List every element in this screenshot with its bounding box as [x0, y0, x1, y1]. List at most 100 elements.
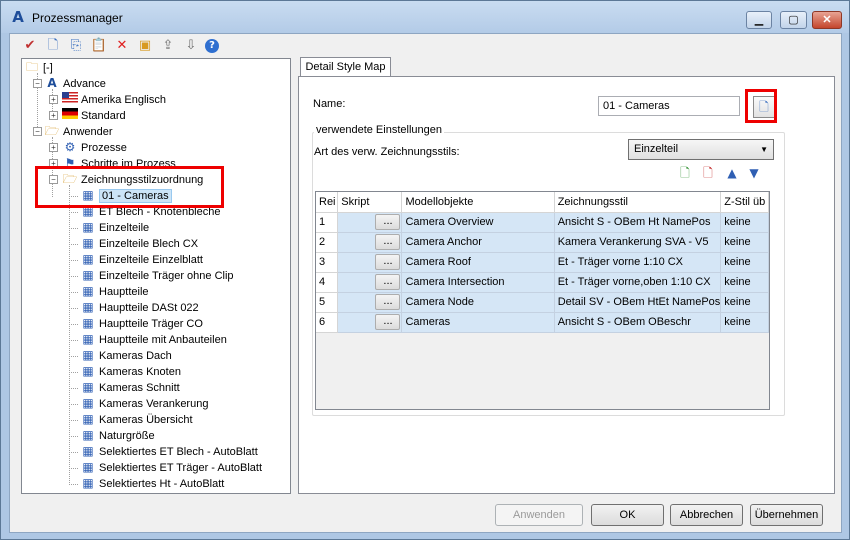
script-cell[interactable]: ... [337, 212, 403, 233]
z-style-cell[interactable]: keine [720, 212, 769, 233]
drawing-style-cell[interactable]: Kamera Verankerung SVA - V5 [554, 232, 722, 253]
art-select[interactable]: Einzelteil ▼ [628, 139, 774, 160]
tree-item-style-map[interactable]: ▦ Selektiertes ET Blech - AutoBlatt [80, 444, 257, 460]
model-object-cell[interactable]: Camera Overview [401, 212, 555, 233]
move-down-icon[interactable]: ▼ [746, 165, 762, 181]
table-row[interactable]: 5... Camera Node Detail SV - OBem HtEt Nam… [316, 292, 769, 313]
ok-button[interactable]: OK [591, 504, 664, 526]
import-icon[interactable]: ⇩ [182, 37, 200, 55]
script-cell[interactable]: ... [337, 272, 403, 293]
column-header[interactable]: Skript [337, 192, 403, 213]
export-icon[interactable]: ⇪ [159, 37, 177, 55]
table-row[interactable]: 3... Camera Roof Et - Träger vorne 1:10 CX… [316, 252, 769, 273]
tree-item-style-map[interactable]: ▦ Selektiertes ET Träger - AutoBlatt [80, 460, 262, 476]
drawing-style-cell[interactable]: Ansicht S - OBem Ht NamePos [554, 212, 722, 233]
row-number-cell: 1 [316, 212, 339, 233]
model-object-cell[interactable]: Camera Anchor [401, 232, 555, 253]
minimize-button[interactable]: ▁ [746, 11, 772, 29]
table-row[interactable]: 1... Camera Overview Ansicht S - OBem Ht N… [316, 212, 769, 233]
tree-root[interactable]: 🗀 [-] [24, 60, 53, 76]
tree-item-style-map[interactable]: ▦ Einzelteile Träger ohne Clip [80, 268, 233, 284]
row-number-cell: 4 [316, 272, 339, 293]
add-row-icon[interactable]: 🗋 [677, 165, 693, 181]
remove-row-icon[interactable]: 🗋 [700, 165, 716, 181]
tree-item-style-map[interactable]: ▦ Naturgröße [80, 428, 154, 444]
script-cell[interactable]: ... [337, 292, 403, 313]
expand-icon[interactable]: + [49, 95, 58, 104]
script-browse-button[interactable]: ... [375, 314, 401, 330]
help-icon[interactable]: ? [205, 39, 219, 53]
script-cell[interactable]: ... [337, 252, 403, 273]
expand-icon[interactable]: + [49, 143, 58, 152]
paste-icon[interactable]: 📋 [90, 37, 108, 55]
script-browse-button[interactable]: ... [375, 274, 401, 290]
process-tree[interactable]: 🗀 [-] − A Advance + Amerika Englisch + Sta… [21, 58, 291, 494]
script-browse-button[interactable]: ... [375, 234, 401, 250]
script-browse-button[interactable]: ... [375, 254, 401, 270]
tree-node-prozesse[interactable]: ⚙ Prozesse [62, 140, 127, 156]
tree-item-style-map[interactable]: ▦ Hauptteile [80, 284, 148, 300]
tree-item-style-map[interactable]: ▦ Hauptteile mit Anbauteilen [80, 332, 226, 348]
collapse-icon[interactable]: − [33, 127, 42, 136]
table-row[interactable]: 4... Camera Intersection Et - Träger vorne… [316, 272, 769, 293]
drawing-style-cell[interactable]: Et - Träger vorne,oben 1:10 CX [554, 272, 722, 293]
tree-item-style-map[interactable]: ▦ Einzelteile Einzelblatt [80, 252, 203, 268]
name-field[interactable]: 01 - Cameras [598, 96, 740, 116]
tree-item-style-map[interactable]: ▦ Einzelteile [80, 220, 149, 236]
tree-node-advance[interactable]: A Advance [44, 76, 105, 92]
new-doc-icon[interactable]: 🗋 [44, 37, 62, 55]
tree-item-label: Einzelteile [99, 222, 150, 234]
z-style-cell[interactable]: keine [720, 292, 769, 313]
apply-button[interactable]: Anwenden [495, 504, 583, 526]
model-object-cell[interactable]: Camera Node [401, 292, 555, 313]
z-style-cell[interactable]: keine [720, 232, 769, 253]
style-map-icon: ▦ [82, 268, 94, 283]
delete-icon[interactable]: ✕ [113, 37, 131, 55]
accept-button[interactable]: Übernehmen [750, 504, 823, 526]
maximize-button[interactable]: ▢ [780, 11, 807, 29]
tree-item-style-map[interactable]: ▦ Kameras Dach [80, 348, 171, 364]
script-browse-button[interactable]: ... [375, 294, 401, 310]
tree-item-style-map[interactable]: ▦ Einzelteile Blech CX [80, 236, 198, 252]
tree-item-style-map[interactable]: ▦ Kameras Knoten [80, 364, 181, 380]
table-row[interactable]: 2... Camera Anchor Kamera Verankerung SVA … [316, 232, 769, 253]
model-object-cell[interactable]: Cameras [401, 312, 555, 333]
table-row[interactable]: 6... Cameras Ansicht S - OBem OBeschr keine [316, 312, 769, 333]
column-header[interactable]: Zeichnungsstil [554, 192, 722, 213]
cancel-button[interactable]: Abbrechen [670, 504, 743, 526]
model-object-cell[interactable]: Camera Intersection [401, 272, 555, 293]
model-object-cell[interactable]: Camera Roof [401, 252, 555, 273]
tree-item-style-map[interactable]: ▦ Kameras Schnitt [80, 380, 179, 396]
drawing-style-cell[interactable]: Detail SV - OBem HtEt NamePos [554, 292, 722, 313]
tree-item-style-map[interactable]: ▦ Hauptteile DASt 022 [80, 300, 198, 316]
tree-item-style-map[interactable]: ▦ Hauptteile Träger CO [80, 316, 203, 332]
mapping-grid[interactable]: Rei Skript Modellobjekte Zeichnungsstil Z-St… [315, 191, 770, 410]
collapse-icon[interactable]: − [33, 79, 42, 88]
drawing-style-cell[interactable]: Ansicht S - OBem OBeschr [554, 312, 722, 333]
column-header[interactable]: Modellobjekte [401, 192, 555, 213]
script-cell[interactable]: ... [337, 232, 403, 253]
script-browse-button[interactable]: ... [375, 214, 401, 230]
z-style-cell[interactable]: keine [720, 312, 769, 333]
tab-detail-style-map[interactable]: Detail Style Map [300, 57, 391, 77]
z-style-cell[interactable]: keine [720, 252, 769, 273]
expand-icon[interactable]: + [49, 111, 58, 120]
column-header[interactable]: Rei [316, 192, 339, 213]
column-header[interactable]: Z-Stil üb [720, 192, 769, 213]
tree-item-style-map[interactable]: ▦ Selektiertes Ht - AutoBlatt [80, 476, 224, 492]
script-cell[interactable]: ... [337, 312, 403, 333]
move-up-icon[interactable]: ▲ [724, 165, 740, 181]
close-button[interactable]: ✕ [812, 11, 842, 29]
tree-node-amerika[interactable]: Amerika Englisch [62, 92, 166, 108]
tree-item-label: Einzelteile Einzelblatt [99, 254, 203, 266]
tree-node-anwender[interactable]: 🗁 Anwender [44, 124, 113, 140]
copy-icon[interactable]: ⎘ [67, 37, 85, 55]
style-map-icon: ▦ [82, 220, 94, 235]
tree-node-standard[interactable]: Standard [62, 108, 126, 124]
drawing-style-cell[interactable]: Et - Träger vorne 1:10 CX [554, 252, 722, 273]
tree-item-style-map[interactable]: ▦ Kameras Übersicht [80, 412, 192, 428]
tree-item-style-map[interactable]: ▦ Kameras Verankerung [80, 396, 208, 412]
z-style-cell[interactable]: keine [720, 272, 769, 293]
check-icon[interactable]: ✔ [21, 37, 39, 55]
monitor-icon[interactable]: ▣ [136, 37, 154, 55]
